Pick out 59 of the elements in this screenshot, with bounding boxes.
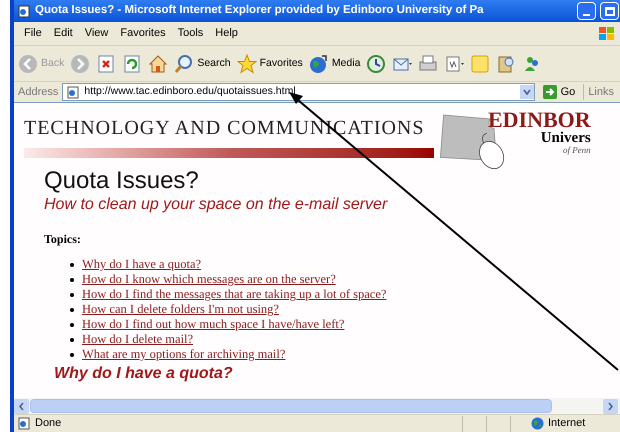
print-button[interactable] (418, 54, 438, 74)
page-subtitle: How to clean up your space on the e-mail server (44, 195, 389, 215)
address-label: Address (18, 84, 58, 100)
logo-name: EDINBOR (488, 109, 591, 131)
page-icon (67, 86, 80, 98)
window-title: Quota Issues? - Microsoft Internet Explorer provided by Edinboro University of Pa (35, 3, 484, 18)
page-icon (18, 417, 31, 430)
menu-item[interactable]: File (18, 24, 48, 43)
home-button[interactable] (148, 54, 168, 74)
bullet-icon (70, 292, 74, 296)
bullet-icon (70, 278, 74, 282)
edit-button[interactable] (444, 54, 464, 74)
horizontal-scrollbar[interactable] (14, 398, 620, 414)
globe-icon (308, 54, 329, 74)
refresh-button[interactable] (122, 54, 142, 74)
links-button[interactable]: Links (583, 84, 614, 100)
bullet-icon (70, 322, 74, 326)
menu-item[interactable]: Edit (48, 24, 79, 43)
home-icon (148, 54, 168, 74)
globe-icon (531, 417, 544, 430)
menu-item[interactable]: View (78, 24, 114, 43)
zone-text: Internet (548, 416, 586, 432)
menu-item[interactable]: Help (209, 24, 244, 43)
scroll-left-icon[interactable] (14, 398, 29, 414)
go-button[interactable]: Go (538, 84, 580, 100)
minimize-button[interactable] (577, 2, 596, 20)
book-icon (496, 54, 516, 74)
windows-logo-icon (598, 26, 616, 42)
logo-line: of Penn (562, 146, 591, 155)
star-icon (236, 54, 257, 74)
note-icon (470, 54, 490, 74)
stop-icon (96, 54, 116, 74)
bullet-icon (70, 352, 74, 356)
search-button[interactable]: Search (174, 54, 231, 74)
printer-icon (418, 54, 438, 74)
research-button[interactable] (496, 54, 516, 74)
refresh-icon (122, 54, 142, 74)
scroll-thumb[interactable] (30, 399, 552, 413)
favorites-button[interactable]: Favorites (236, 54, 303, 74)
document-icon (444, 54, 464, 74)
bullet-icon (70, 338, 74, 342)
page-icon (18, 4, 31, 18)
stop-button[interactable] (96, 54, 116, 74)
search-icon (174, 54, 194, 74)
menu-item[interactable]: Tools (172, 24, 210, 43)
bullet-icon (70, 308, 74, 312)
scroll-right-icon[interactable] (603, 398, 618, 414)
topics-label: Topics: (44, 233, 82, 245)
menu-item[interactable]: Favorites (114, 24, 172, 43)
page-title: Quota Issues? (44, 169, 200, 193)
status-text: Done (35, 416, 62, 432)
address-field[interactable]: http://www.tac.edinboro.edu/quotaissues.html (62, 83, 535, 101)
logo-line: Univers (540, 131, 591, 146)
history-button[interactable] (366, 54, 386, 74)
media-button[interactable]: Media (308, 54, 360, 74)
bullet-icon (70, 262, 74, 266)
clock-icon (366, 54, 386, 74)
maximize-button[interactable] (600, 2, 619, 20)
section-heading: Why do I have a quota? (54, 366, 234, 382)
